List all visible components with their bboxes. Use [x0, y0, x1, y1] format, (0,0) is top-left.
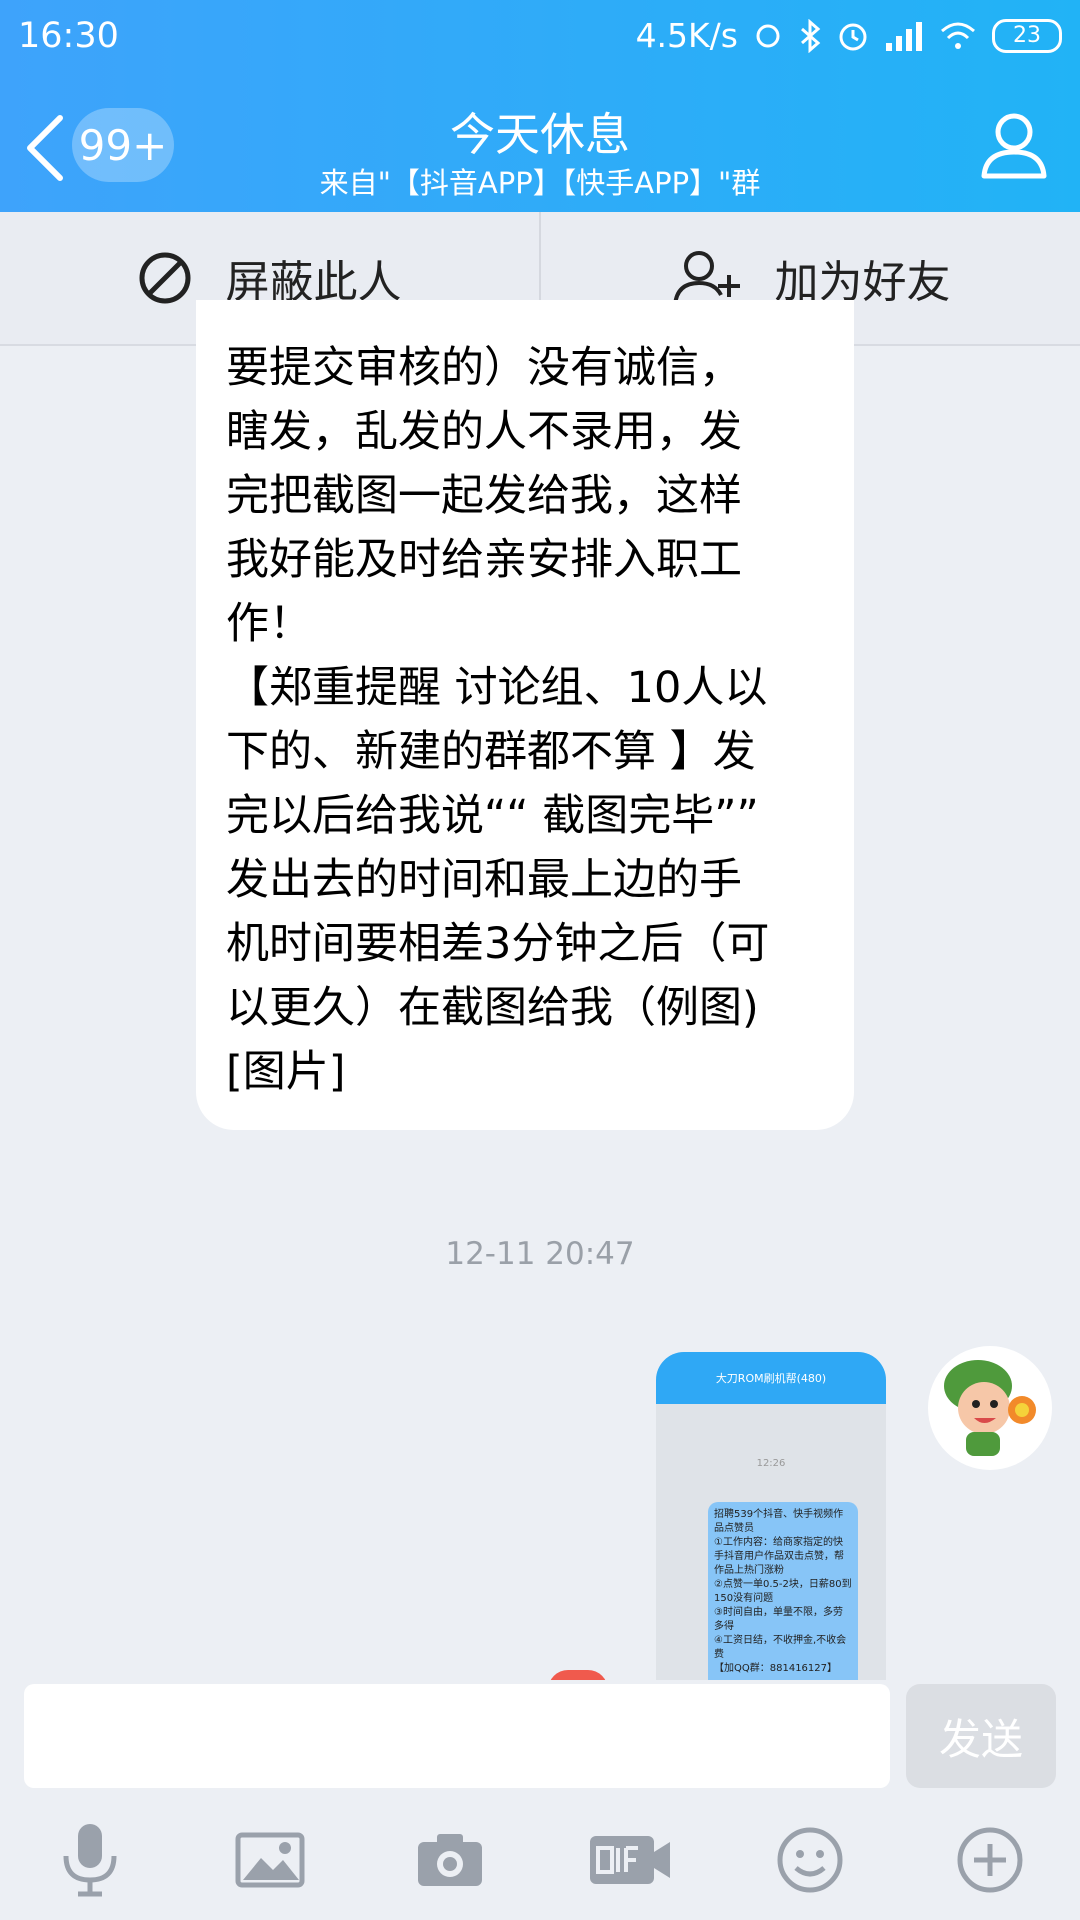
add-friend-icon	[672, 251, 740, 307]
emoji-button[interactable]	[765, 1815, 855, 1905]
alarm-icon	[839, 23, 867, 50]
sync-icon	[756, 24, 780, 47]
thumbnail-message: 招聘539个抖音、快手视频作品点赞员 ①工作内容：给商家指定的快手抖音用户作品双…	[708, 1502, 858, 1682]
camera-button[interactable]	[405, 1815, 495, 1905]
more-button[interactable]	[945, 1815, 1035, 1905]
chat-subtitle: 来自"【抖音APP】【快手APP】"群	[319, 166, 761, 200]
battery-icon: 23	[992, 18, 1062, 53]
emoji-icon	[777, 1827, 843, 1893]
message-timestamp: 12-11 20:47	[445, 1236, 635, 1272]
microphone-icon	[63, 1824, 117, 1897]
thumbnail-title: 大刀ROM刷机帮(480)	[656, 1352, 886, 1404]
thumbnail-time: 12:26	[756, 1458, 786, 1469]
image-icon	[235, 1832, 305, 1888]
image-message-thumbnail[interactable]: 大刀ROM刷机帮(480) 12:26 招聘539个抖音、快手视频作品点赞员 ①…	[656, 1352, 886, 1682]
status-icons: 4.5K/s 23	[636, 16, 1062, 55]
gif-button[interactable]	[585, 1815, 675, 1905]
wifi-icon	[941, 22, 975, 49]
sender-avatar[interactable]	[928, 1346, 1052, 1470]
cartoon-avatar-icon	[944, 1360, 1036, 1456]
image-button[interactable]	[225, 1815, 315, 1905]
status-bar: 16:30 4.5K/s 23	[0, 0, 1080, 76]
bluetooth-icon	[801, 18, 821, 53]
message-text: 要提交审核的）没有诚信， 瞎发，乱发的人不录用，发 完把截图一起发给我，这样 我…	[226, 343, 770, 1097]
plus-circle-icon	[957, 1827, 1023, 1893]
status-time: 16:30	[18, 16, 119, 56]
profile-icon[interactable]	[978, 108, 1050, 180]
camera-icon	[418, 1834, 482, 1886]
voice-button[interactable]	[45, 1815, 135, 1905]
message-input[interactable]	[24, 1684, 890, 1788]
chat-header: 16:30 4.5K/s 23 99+ 今天休息 来自"【抖音APP】【快手AP…	[0, 0, 1080, 212]
network-speed: 4.5K/s	[635, 16, 738, 55]
bottom-toolbar	[0, 1800, 1080, 1920]
gif-icon	[590, 1836, 670, 1884]
block-icon	[139, 252, 190, 304]
chat-title: 今天休息	[449, 108, 630, 161]
signal-icon	[886, 21, 922, 51]
send-button[interactable]: 发送	[906, 1684, 1056, 1788]
